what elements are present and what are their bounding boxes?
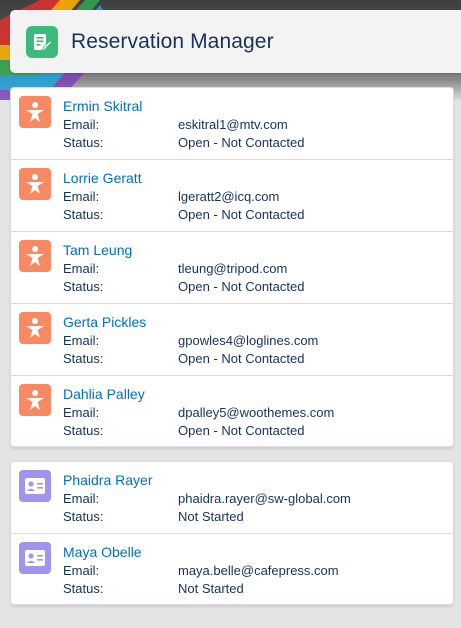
status-value: Not Started	[178, 509, 244, 524]
lead-icon	[19, 168, 51, 200]
lead-name-link[interactable]: Tam Leung	[63, 242, 132, 258]
lead-icon	[19, 312, 51, 344]
app-header: Reservation Manager	[10, 10, 461, 73]
status-label: Status:	[63, 279, 104, 294]
contact-card-icon	[19, 542, 51, 574]
email-label: Email:	[63, 563, 100, 578]
lead-icon	[19, 384, 51, 416]
email-label: Email:	[63, 491, 100, 506]
lead-row: Gerta Pickles Email: gpowles4@loglines.com…	[11, 304, 453, 376]
page-title: Reservation Manager	[71, 29, 274, 53]
lead-name-link[interactable]: Dahlia Palley	[63, 386, 145, 402]
email-value: tleung@tripod.com	[178, 261, 288, 276]
status-value: Open - Not Contacted	[178, 423, 305, 438]
email-label: Email:	[63, 405, 100, 420]
lead-icon	[19, 240, 51, 272]
email-label: Email:	[63, 189, 100, 204]
status-label: Status:	[63, 207, 104, 222]
lead-row: Dahlia Palley Email: dpalley5@woothemes.co…	[11, 376, 453, 448]
status-label: Status:	[63, 351, 104, 366]
lead-row: Lorrie Geratt Email: lgeratt2@icq.com Statu…	[11, 160, 453, 232]
email-value: dpalley5@woothemes.com	[178, 405, 335, 420]
email-label: Email:	[63, 261, 100, 276]
email-value: eskitral1@mtv.com	[178, 117, 288, 132]
email-label: Email:	[63, 117, 100, 132]
contact-row: Phaidra Rayer Email: phaidra.rayer@sw-glob…	[11, 462, 453, 534]
contact-card-icon	[19, 470, 51, 502]
status-label: Status:	[63, 581, 104, 596]
status-value: Open - Not Contacted	[178, 351, 305, 366]
lead-name-link[interactable]: Ermin Skitral	[63, 98, 142, 114]
status-label: Status:	[63, 423, 104, 438]
email-value: maya.belle@cafepress.com	[178, 563, 339, 578]
status-value: Open - Not Contacted	[178, 135, 305, 150]
contact-row: Maya Obelle Email: maya.belle@cafepress.co…	[11, 534, 453, 606]
status-value: Not Started	[178, 581, 244, 596]
lead-icon	[19, 96, 51, 128]
status-label: Status:	[63, 135, 104, 150]
reservation-note-icon	[26, 25, 58, 58]
lead-name-link[interactable]: Lorrie Geratt	[63, 170, 142, 186]
contacts-card: Phaidra Rayer Email: phaidra.rayer@sw-glob…	[10, 461, 454, 605]
email-value: phaidra.rayer@sw-global.com	[178, 491, 351, 506]
status-value: Open - Not Contacted	[178, 207, 305, 222]
lead-row: Tam Leung Email: tleung@tripod.com Status: O…	[11, 232, 453, 304]
contact-name-link[interactable]: Phaidra Rayer	[63, 472, 153, 488]
contact-name-link[interactable]: Maya Obelle	[63, 544, 142, 560]
leads-card: Ermin Skitral Email: eskitral1@mtv.com Stat…	[10, 87, 454, 447]
lead-row: Ermin Skitral Email: eskitral1@mtv.com Stat…	[11, 88, 453, 160]
email-label: Email:	[63, 333, 100, 348]
lead-name-link[interactable]: Gerta Pickles	[63, 314, 146, 330]
status-value: Open - Not Contacted	[178, 279, 305, 294]
email-value: gpowles4@loglines.com	[178, 333, 319, 348]
email-value: lgeratt2@icq.com	[178, 189, 280, 204]
status-label: Status:	[63, 509, 104, 524]
